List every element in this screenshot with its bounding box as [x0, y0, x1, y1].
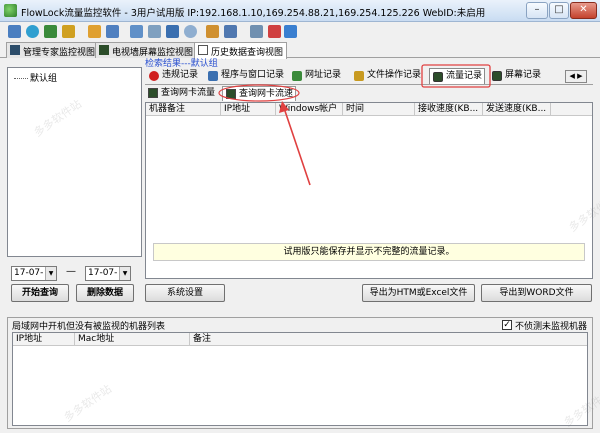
column-header[interactable]: 时间: [343, 103, 415, 116]
date-from-value: 17-07-: [14, 268, 44, 278]
tab-label: 网址记录: [305, 70, 342, 80]
pipe-icon[interactable]: [206, 25, 219, 38]
url-icon: [292, 71, 302, 81]
maximize-button[interactable]: □: [549, 2, 569, 19]
tv-wall-icon: [99, 45, 109, 55]
table-header: 机器备注 IP地址 Windows帐户 时间 接收速度(KB... 发送速度(K…: [146, 103, 592, 116]
export-htm-button[interactable]: 导出为HTM或Excel文件: [362, 284, 475, 302]
unmonitored-machines-table[interactable]: IP地址 Mac地址 备注: [12, 332, 588, 426]
date-to-value: 17-07-: [88, 268, 118, 278]
tab-label: 违规记录: [162, 70, 199, 80]
tools-icon[interactable]: [88, 25, 101, 38]
window-icon[interactable]: [224, 25, 237, 38]
tab-violation-records[interactable]: 违规记录: [148, 68, 198, 84]
tab-divider: [145, 84, 593, 85]
column-header[interactable]: 备注: [190, 333, 587, 346]
tab-scroll-arrows[interactable]: ◀ ▶: [565, 70, 587, 83]
tab-label: 文件操作记录: [367, 70, 422, 80]
app-icon: [4, 4, 17, 17]
checkbox-label: 不侦测未监视机器: [515, 322, 588, 332]
tab-query-nic-traffic[interactable]: 查询网卡流量: [145, 86, 215, 101]
tab-expert-monitor[interactable]: 管理专家监控视图: [6, 42, 100, 58]
tab-label: 查询网卡流量: [161, 88, 216, 98]
trial-notice: 试用版只能保存并显示不完整的流量记录。: [153, 243, 585, 261]
tab-label: 历史数据查询视图: [211, 48, 284, 58]
column-header: [551, 103, 592, 116]
column-header[interactable]: IP地址: [221, 103, 276, 116]
nic-icon: [148, 88, 158, 98]
tab-url-records[interactable]: 网址记录: [291, 68, 341, 84]
tab-program-window-records[interactable]: 程序与窗口记录: [207, 68, 284, 84]
unmonitored-machines-panel: 局域网中开机但没有被监视的机器列表 ✓ 不侦测未监视机器 IP地址 Mac地址 …: [7, 317, 593, 429]
close-button[interactable]: ✕: [570, 2, 597, 19]
tab-label: 管理专家监控视图: [23, 48, 96, 58]
tree-connector: [14, 78, 28, 79]
column-header[interactable]: 发送速度(KB...: [483, 103, 551, 116]
tab-label: 流量记录: [446, 71, 483, 81]
screen-icon[interactable]: [130, 25, 143, 38]
column-header[interactable]: IP地址: [13, 333, 75, 346]
column-header[interactable]: Mac地址: [75, 333, 190, 346]
tab-label: 查询网卡流速: [239, 89, 294, 99]
document-icon: [198, 45, 208, 55]
window-title: FlowLock流量监控软件 - 3用户试用版 IP:192.168.1.10,…: [21, 8, 486, 19]
window-icon: [208, 71, 218, 81]
tree-item-label: 默认组: [30, 74, 58, 84]
table-header: IP地址 Mac地址 备注: [13, 333, 587, 346]
gauge-icon[interactable]: [148, 25, 161, 38]
tree-item-default-group[interactable]: 默认组: [14, 71, 57, 84]
system-settings-button[interactable]: 系统设置: [145, 284, 225, 302]
violation-icon: [149, 71, 159, 81]
help-icon[interactable]: [284, 25, 297, 38]
main-view-tabs: 管理专家监控视图 电视墙屏幕监控视图 历史数据查询视图: [0, 41, 600, 59]
shield-icon[interactable]: [44, 25, 57, 38]
tab-label: 程序与窗口记录: [221, 70, 285, 80]
title-bar: FlowLock流量监控软件 - 3用户试用版 IP:192.168.1.10,…: [0, 0, 600, 22]
column-header[interactable]: 接收速度(KB...: [415, 103, 483, 116]
checkbox-icon[interactable]: ✓: [502, 320, 512, 330]
file-icon: [354, 71, 364, 81]
tab-query-nic-speed[interactable]: 查询网卡流速: [222, 86, 296, 101]
delete-data-button[interactable]: 删除数据: [76, 284, 134, 302]
date-to-picker[interactable]: 17-07- ▼: [85, 266, 131, 281]
date-from-picker[interactable]: 17-07- ▼: [11, 266, 57, 281]
globe-icon[interactable]: [26, 25, 39, 38]
column-header[interactable]: 机器备注: [146, 103, 221, 116]
arrows-icon[interactable]: [106, 25, 119, 38]
tab-traffic-records[interactable]: 流量记录: [429, 68, 485, 84]
tab-file-operation-records[interactable]: 文件操作记录: [353, 68, 421, 84]
nic-icon: [226, 89, 236, 99]
tab-screen-records[interactable]: 屏幕记录: [491, 68, 541, 84]
traffic-icon: [433, 72, 443, 82]
monitor-icon: [10, 45, 20, 55]
users-icon[interactable]: [62, 25, 75, 38]
chevron-down-icon[interactable]: ▼: [45, 267, 56, 280]
export-word-button[interactable]: 导出到WORD文件: [481, 284, 592, 302]
photo-icon[interactable]: [166, 25, 179, 38]
minimize-button[interactable]: –: [526, 2, 548, 19]
toolbar: [0, 22, 600, 41]
skip-detect-checkbox[interactable]: ✓ 不侦测未监视机器: [502, 319, 587, 332]
compass-icon[interactable]: [184, 25, 197, 38]
panel-title: 局域网中开机但没有被监视的机器列表: [12, 322, 166, 332]
tab-label: 屏幕记录: [505, 70, 542, 80]
cart-icon[interactable]: [268, 25, 281, 38]
screen-record-icon: [492, 71, 502, 81]
chevron-down-icon[interactable]: ▼: [119, 267, 130, 280]
list-icon[interactable]: [250, 25, 263, 38]
start-query-button[interactable]: 开始查询: [11, 284, 69, 302]
column-header[interactable]: Windows帐户: [276, 103, 343, 116]
monitor-policy-icon[interactable]: [8, 25, 21, 38]
date-range-dash: —: [66, 266, 76, 277]
